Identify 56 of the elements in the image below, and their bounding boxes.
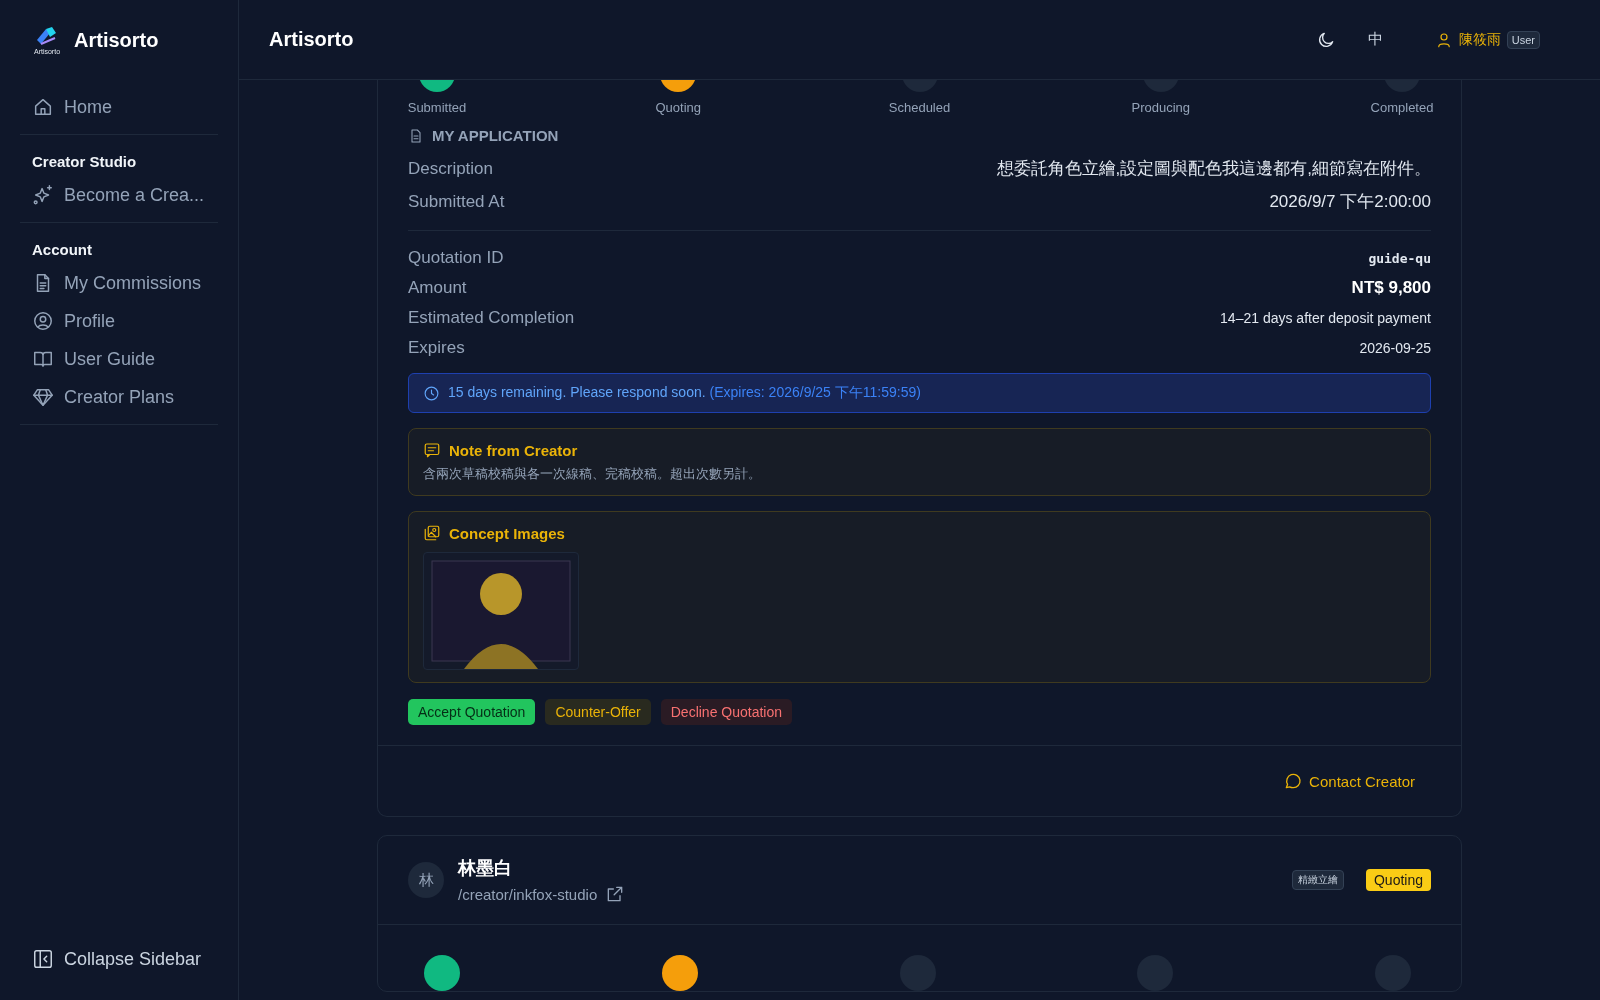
language-button[interactable]: 中 xyxy=(1361,24,1389,55)
clock-icon xyxy=(423,384,440,402)
field-value: 2026-09-25 xyxy=(1359,340,1431,356)
creator-link[interactable]: /creator/inkfox-studio xyxy=(458,885,598,903)
section-heading: MY APPLICATION xyxy=(432,127,559,144)
field-label: Expires xyxy=(408,338,465,358)
step-label: Quoting xyxy=(655,100,701,115)
field-value: 14–21 days after deposit payment xyxy=(1220,310,1431,326)
sidebar-item[interactable]: My Commissions xyxy=(20,264,218,302)
message-icon xyxy=(423,441,441,459)
deadline-message: 15 days remaining. Please respond soon. (Expires: 2026/9/25 下午11:59:59) xyxy=(448,384,921,402)
status-badge: Quoting xyxy=(1365,869,1431,891)
collapse-icon xyxy=(32,948,54,970)
section-title: Account xyxy=(31,240,93,260)
field-label: Estimated Completion xyxy=(408,308,575,328)
field-value: guide-qu xyxy=(1368,250,1431,266)
contact-creator-button[interactable]: Contact Creator xyxy=(1277,770,1421,792)
sidebar-item[interactable]: Become a Crea... xyxy=(20,176,218,214)
home-icon xyxy=(32,96,54,118)
field-label: Submitted At xyxy=(408,191,505,212)
field-value: NT$ 9,800 xyxy=(1351,278,1431,298)
category-tag: 精緻立繪 xyxy=(1291,870,1344,890)
accept-button[interactable]: Accept Quotation xyxy=(408,699,536,725)
step-label: Scheduled xyxy=(888,100,951,115)
collapse-sidebar-button[interactable]: Collapse Sidebar xyxy=(20,940,218,978)
field-label: Quotation ID xyxy=(408,248,504,268)
user-circle-icon xyxy=(32,310,54,332)
sparkle-icon xyxy=(32,184,54,206)
creator-name: 林墨白 xyxy=(458,857,513,880)
concept-title: Concept Images xyxy=(449,524,565,542)
sidebar-item[interactable]: Home xyxy=(20,88,218,126)
note-title: Note from Creator xyxy=(449,441,578,459)
brand-name: Artisorto xyxy=(74,28,159,52)
document-icon xyxy=(408,127,424,144)
counter-button[interactable]: Counter-Offer xyxy=(545,699,651,725)
sidebar-item[interactable]: Profile xyxy=(20,302,218,340)
images-icon xyxy=(423,524,441,542)
step-label: Submitted xyxy=(407,100,467,115)
field-value: 2026/9/7 下午2:00:00 xyxy=(1269,191,1431,213)
chat-bubble-icon xyxy=(1283,771,1304,791)
sidebar-item[interactable]: User Guide xyxy=(20,340,218,378)
decline-button[interactable]: Decline Quotation xyxy=(660,699,793,725)
page-title: Artisorto xyxy=(269,28,355,51)
section-title: Creator Studio xyxy=(31,152,138,172)
step-label: Producing xyxy=(1131,100,1190,115)
note-text: 含兩次草稿校稿與各一次線稿、完稿校稿。超出次數另計。 xyxy=(423,465,762,483)
field-label: Description xyxy=(408,158,494,179)
role-badge: User xyxy=(1506,30,1540,49)
field-label: Amount xyxy=(408,278,467,298)
avatar: 林 xyxy=(408,862,444,898)
diamond-icon xyxy=(32,386,54,408)
user-name[interactable]: 陳筱雨 xyxy=(1458,30,1501,49)
image-thumbnail[interactable] xyxy=(423,552,579,670)
field-value: 想委託角色立繪,設定圖與配色我這邊都有,細節寫在附件。 xyxy=(996,158,1431,180)
sidebar-item[interactable]: Creator Plans xyxy=(20,378,218,416)
step-label: Completed xyxy=(1370,100,1434,115)
